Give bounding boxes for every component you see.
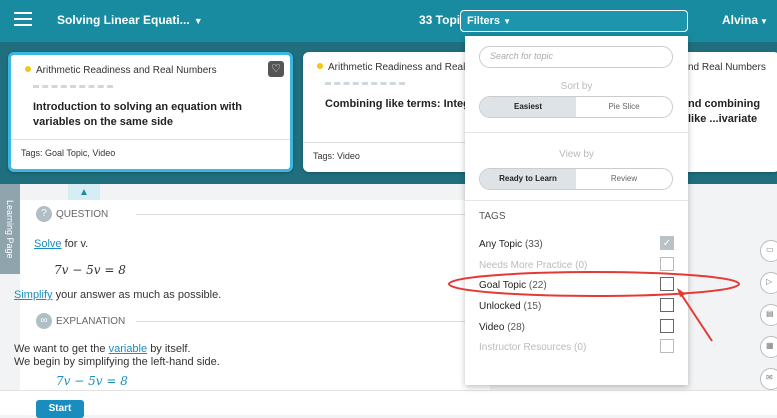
annotation-overlay [448, 271, 740, 342]
highlight-ellipse [448, 271, 740, 297]
annotation-arrow [678, 290, 713, 342]
